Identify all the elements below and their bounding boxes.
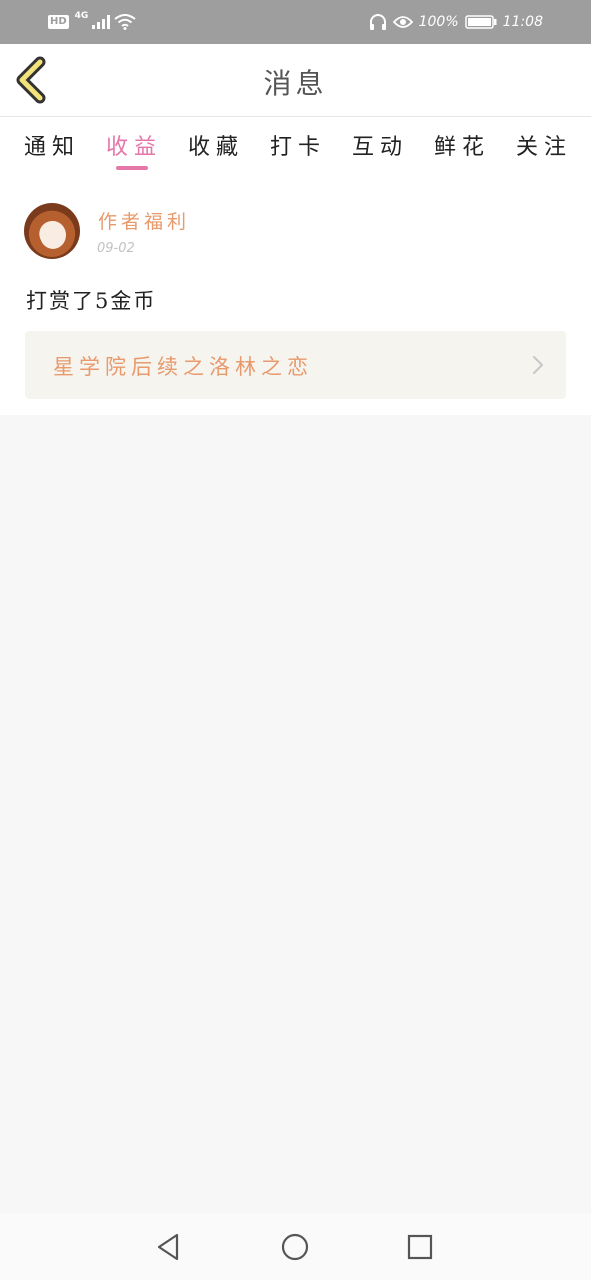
battery-percent: 100% — [418, 14, 459, 30]
battery-icon — [464, 15, 497, 29]
recents-square-icon[interactable] — [404, 1231, 436, 1263]
home-circle-icon[interactable] — [279, 1231, 311, 1263]
status-bar: HD 4G 100% 11:08 — [0, 0, 591, 44]
book-title: 星学院后续之洛林之恋 — [53, 355, 313, 379]
message-text: 打赏了5金币 — [26, 289, 157, 313]
tab-earnings[interactable]: 收益 — [106, 129, 162, 161]
tab-flowers[interactable]: 鲜花 — [434, 129, 490, 161]
tab-notifications[interactable]: 通知 — [24, 129, 80, 161]
chevron-right-icon — [532, 355, 544, 375]
network-type: 4G — [74, 11, 89, 21]
tab-interactions[interactable]: 互动 — [352, 129, 408, 161]
tab-favorites[interactable]: 收藏 — [188, 129, 244, 161]
hd-badge: HD — [48, 15, 69, 29]
system-nav-bar — [0, 1213, 591, 1280]
back-triangle-icon[interactable] — [153, 1231, 185, 1263]
app-bar: 消息 — [0, 44, 591, 117]
signal-icon — [92, 15, 111, 29]
book-link[interactable]: 星学院后续之洛林之恋 — [25, 331, 566, 399]
avatar[interactable] — [24, 203, 80, 259]
headphones-icon — [369, 14, 386, 30]
message-date: 09-02 — [97, 241, 135, 256]
tab-bar: 通知 收益 收藏 打卡 互动 鲜花 关注 — [0, 117, 591, 181]
tab-check-in[interactable]: 打卡 — [270, 129, 326, 161]
tab-follows[interactable]: 关注 — [516, 129, 572, 161]
sender-name[interactable]: 作者福利 — [98, 207, 190, 234]
page-title: 消息 — [263, 67, 328, 100]
status-right: 100% 11:08 — [369, 10, 543, 34]
avatar-face — [40, 221, 66, 249]
clock: 11:08 — [502, 14, 543, 30]
message-card: 作者福利 09-02 打赏了5金币 星学院后续之洛林之恋 — [0, 181, 591, 415]
wifi-icon — [114, 14, 136, 30]
status-left: HD 4G — [48, 10, 136, 34]
active-tab-indicator — [116, 166, 148, 170]
eye-icon — [392, 16, 413, 28]
